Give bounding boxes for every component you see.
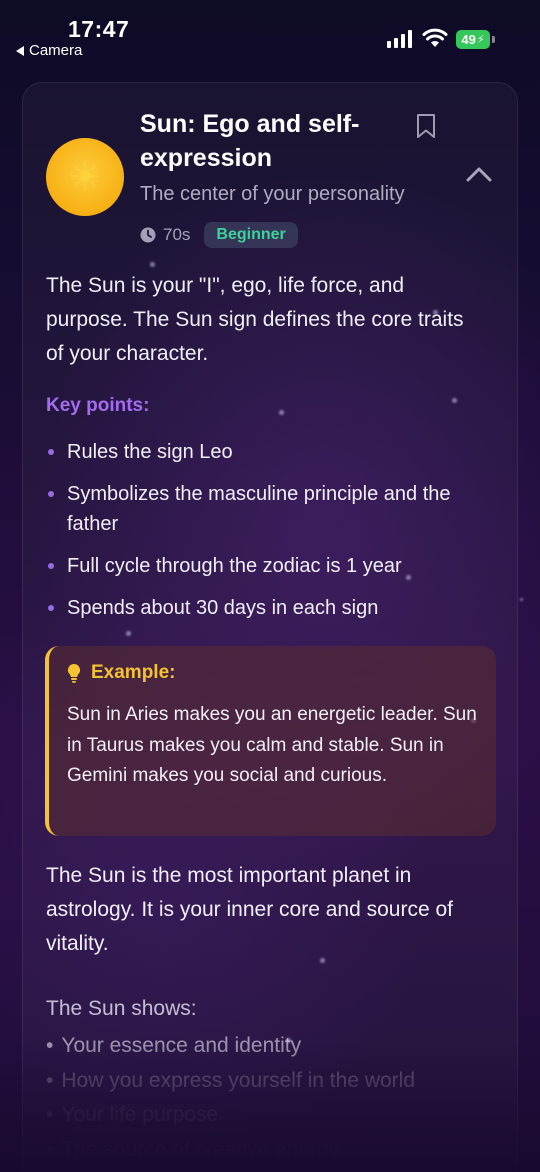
list-item: Symbolizes the masculine principle and t… (46, 479, 496, 539)
key-point-text: Symbolizes the masculine principle and t… (67, 483, 451, 535)
chevron-up-icon[interactable] (465, 165, 493, 183)
battery-nub (492, 36, 495, 43)
lightbulb-icon (67, 663, 81, 683)
sun-glyph: ☀ (67, 156, 103, 199)
example-callout: Example: Sun in Aries makes you an energ… (45, 646, 496, 836)
status-bar: 17:47 Camera 49 ⚡ (0, 0, 540, 64)
sun-icon: ☀ (46, 138, 124, 216)
shows-item-text: Your essence and identity (61, 1034, 302, 1057)
back-label: Camera (29, 42, 83, 59)
bullet-dot (48, 605, 54, 611)
level-badge: Beginner (204, 222, 298, 248)
status-time: 17:47 (68, 16, 130, 42)
lesson-title: Sun: Ego and self-expression (140, 110, 360, 172)
list-item: • How you express yourself in the world (46, 1064, 415, 1099)
key-point-text: Full cycle through the zodiac is 1 year (67, 555, 402, 577)
example-header: Example: (67, 662, 175, 684)
wifi-icon (422, 28, 448, 47)
bullet-dot: • (46, 1068, 54, 1092)
battery-indicator: 49 ⚡ (456, 30, 490, 49)
duration-text: 70s (163, 225, 191, 244)
list-item: Rules the sign Leo (46, 437, 496, 467)
cellular-signal-icon (387, 30, 412, 48)
lesson-header[interactable]: ☀ Sun: Ego and self-expression The cente… (23, 83, 517, 253)
bullet-dot (48, 563, 54, 569)
bullet-dot: • (46, 1103, 54, 1126)
sun-shows-list: • Your essence and identity • How you expr… (46, 1029, 415, 1167)
battery-level: 49 (461, 32, 476, 47)
lesson-body: The Sun is the most important planet in … (46, 864, 453, 955)
list-item: • Your essence and identity (46, 1029, 415, 1064)
example-text: Sun in Aries makes you an energetic lead… (67, 704, 477, 786)
lesson-subtitle: The center of your personality (140, 183, 405, 205)
list-item: • Your life purpose (46, 1098, 415, 1133)
clock-icon (140, 227, 156, 243)
key-point-text: Rules the sign Leo (67, 441, 233, 463)
bullet-dot: • (46, 1034, 54, 1057)
lesson-duration: 70s (140, 225, 190, 245)
list-item: Spends about 30 days in each sign (46, 593, 496, 623)
back-to-camera-link[interactable]: Camera (16, 42, 82, 59)
key-points-list: Rules the sign Leo Symbolizes the mascul… (46, 437, 496, 635)
bookmark-icon[interactable] (415, 113, 437, 139)
bullet-dot (48, 449, 54, 455)
bullet-dot (48, 491, 54, 497)
lesson-intro: The Sun is your "I", ego, life force, an… (46, 274, 464, 365)
lesson-meta: 70s Beginner (140, 222, 298, 248)
shows-item-text: Your life purpose (61, 1103, 219, 1126)
bullet-dot: • (46, 1137, 54, 1161)
shows-item-text: How you express yourself in the world (61, 1068, 416, 1092)
example-title: Example: (91, 662, 176, 683)
lesson-card: ☀ Sun: Ego and self-expression The cente… (22, 82, 518, 1172)
back-arrow-icon (16, 45, 24, 56)
key-points-title: Key points: (46, 395, 150, 416)
charging-bolt-icon: ⚡ (476, 34, 485, 46)
star-decoration (520, 598, 523, 601)
list-item: • The source of creative energy (46, 1133, 415, 1168)
list-item: Full cycle through the zodiac is 1 year (46, 551, 496, 581)
shows-item-text: The source of creative energy (61, 1137, 340, 1161)
sun-shows-title: The Sun shows: (46, 997, 197, 1020)
key-point-text: Spends about 30 days in each sign (67, 597, 379, 619)
